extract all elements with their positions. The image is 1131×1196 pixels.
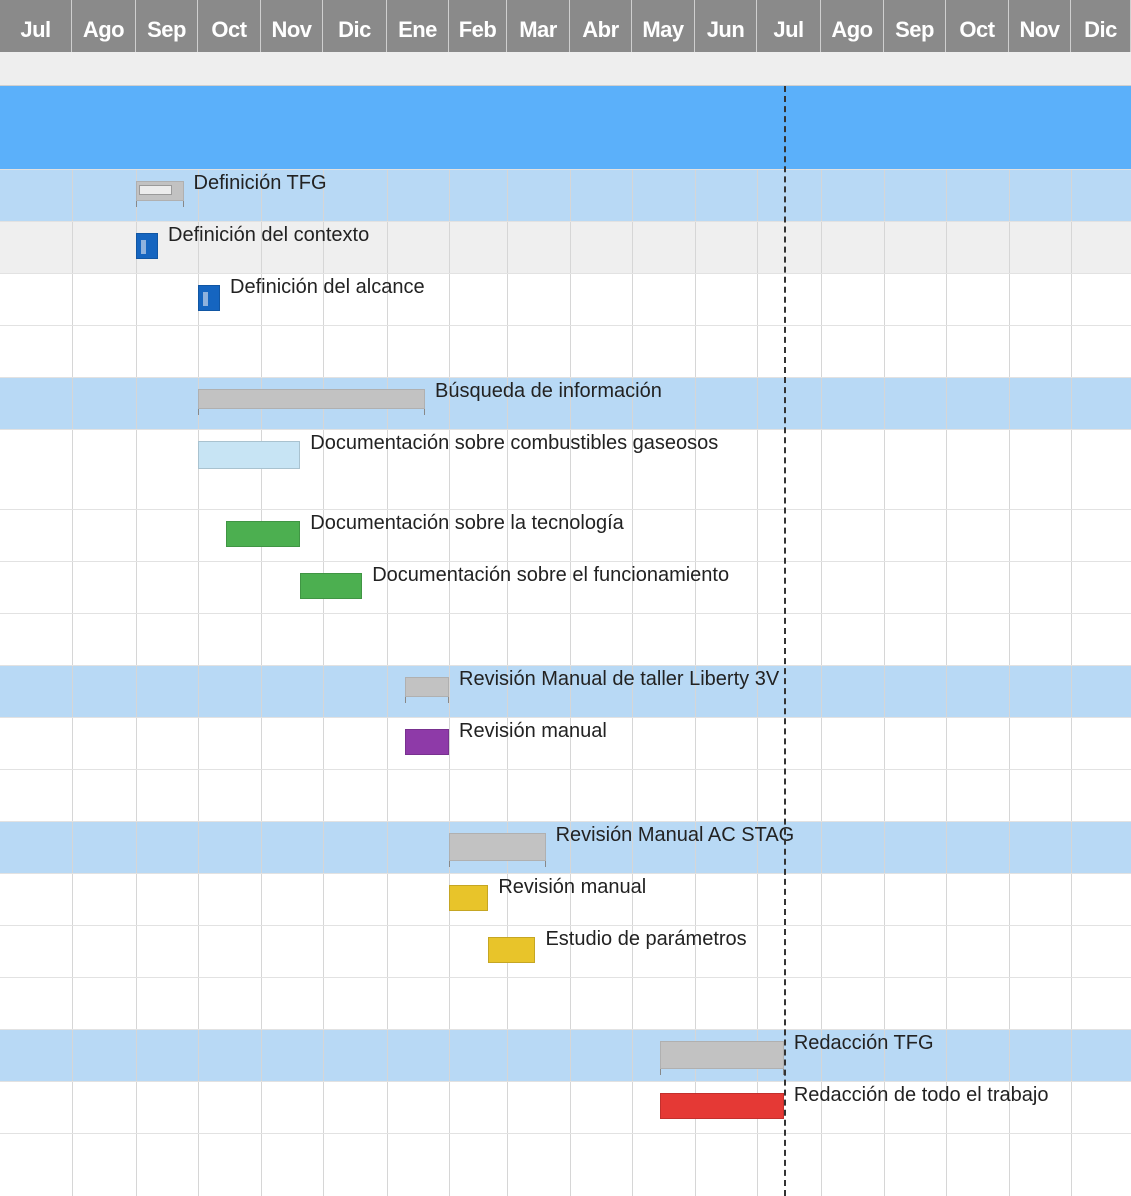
task-bar[interactable] — [660, 1093, 784, 1119]
task-label: Definición TFG — [193, 172, 327, 194]
task-label: Redacción de todo el trabajo — [793, 1084, 1049, 1106]
summary-bar[interactable] — [136, 181, 184, 201]
task-bar[interactable] — [136, 233, 158, 259]
task-bar[interactable] — [300, 573, 363, 599]
summary-tick — [449, 861, 450, 867]
task-label: Documentación sobre el funcionamiento — [372, 564, 730, 586]
task-progress — [141, 240, 146, 254]
task-label: Definición del alcance — [230, 276, 425, 298]
summary-tick — [544, 861, 546, 867]
task-progress — [203, 292, 208, 306]
task-bar[interactable] — [198, 285, 220, 311]
task-label: Revisión Manual de taller Liberty 3V — [459, 668, 780, 690]
task-label: Búsqueda de información — [435, 380, 662, 402]
summary-tick — [660, 1069, 662, 1075]
task-label: Revisión Manual AC STAG — [555, 824, 795, 846]
summary-tick — [198, 409, 199, 415]
today-line — [783, 86, 786, 1196]
summary-tick — [405, 697, 406, 703]
task-bars: Definición TFG Definición del contexto Def… — [0, 0, 1131, 1196]
summary-tick — [136, 201, 137, 207]
task-bar[interactable] — [405, 729, 449, 755]
task-label: Revisión manual — [498, 876, 647, 898]
task-label: Revisión manual — [459, 720, 607, 742]
gantt-chart: Jul Ago Sep Oct Nov Dic Ene Feb Mar Abr May Jun Jul A… — [0, 0, 1131, 1196]
summary-bar[interactable] — [198, 389, 425, 409]
task-label: Documentación sobre combustibles gaseoso… — [310, 432, 719, 454]
task-label: Definición del contexto — [168, 224, 370, 246]
summary-bar[interactable] — [449, 833, 546, 861]
summary-bar[interactable] — [660, 1041, 784, 1069]
summary-progress — [139, 185, 173, 195]
summary-tick — [424, 409, 425, 415]
task-label: Documentación sobre la tecnología — [310, 512, 624, 534]
task-bar[interactable] — [488, 937, 536, 963]
task-label: Redacción TFG — [793, 1032, 934, 1054]
task-label: Estudio de parámetros — [545, 928, 747, 950]
summary-bar[interactable] — [405, 677, 449, 697]
task-bar[interactable] — [226, 521, 301, 547]
task-bar[interactable] — [198, 441, 301, 469]
summary-tick — [448, 697, 449, 703]
task-bar[interactable] — [449, 885, 489, 911]
summary-tick — [182, 201, 184, 207]
